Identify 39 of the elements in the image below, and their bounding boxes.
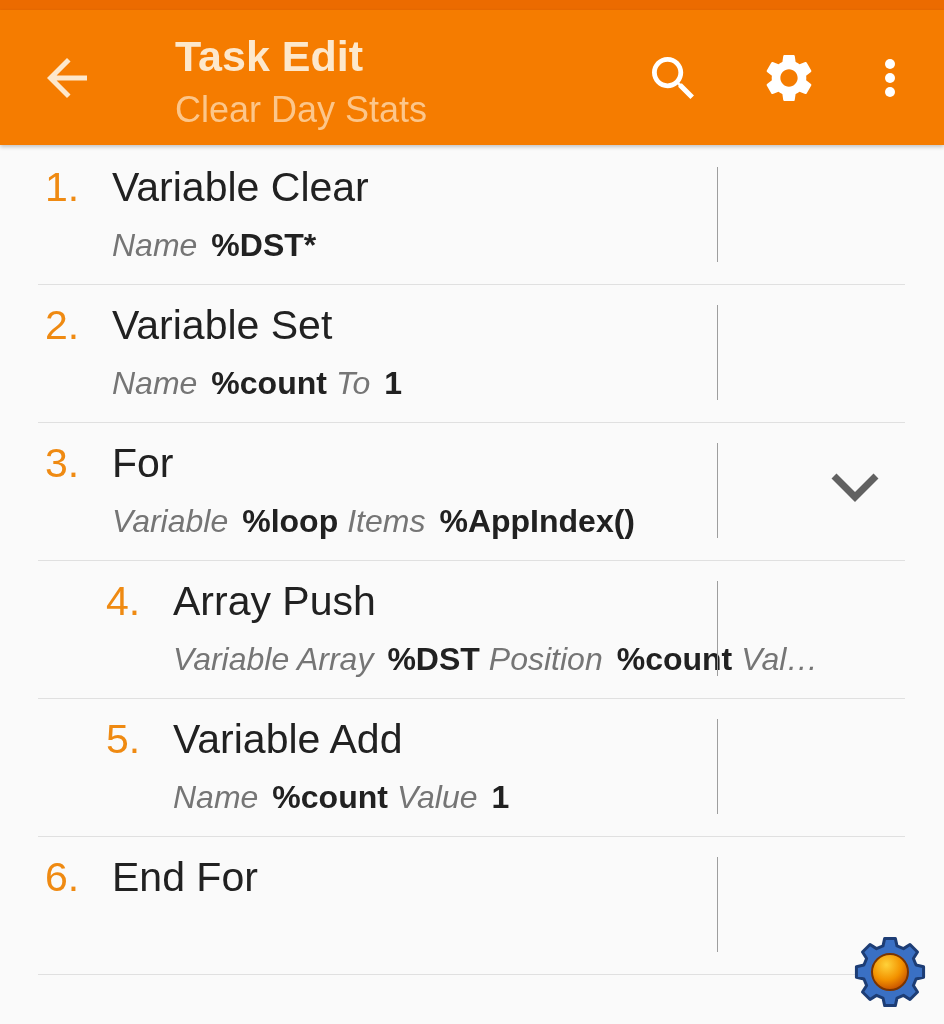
param-label: Val…	[741, 640, 819, 679]
step-number: 5.	[106, 716, 141, 762]
step-number: 6.	[45, 854, 80, 900]
param-label: Name	[112, 364, 198, 403]
step-number: 3.	[45, 440, 80, 486]
param-value: %DST	[387, 640, 480, 679]
param-value: %loop	[242, 502, 339, 541]
settings-icon[interactable]	[765, 53, 813, 102]
param-label: Variable	[112, 502, 229, 541]
action-name: Variable Set	[112, 301, 333, 350]
step-number: 1.	[45, 164, 80, 210]
action-name: Array Push	[173, 577, 376, 626]
param-label: Position	[488, 640, 603, 679]
action-name: For	[112, 439, 174, 488]
chevron-down-icon[interactable]	[830, 472, 880, 503]
search-icon[interactable]	[652, 56, 694, 99]
param-label: Name	[173, 778, 259, 817]
param-value: %AppIndex()	[439, 502, 635, 541]
param-label: Value	[396, 778, 478, 817]
toolbar-title: Task Edit	[175, 31, 363, 81]
arrow-left-icon[interactable]	[47, 57, 87, 98]
param-value: %count	[272, 778, 388, 817]
param-value: %DST*	[211, 226, 317, 265]
param-label: Items	[347, 502, 426, 541]
param-value: %count	[616, 640, 733, 679]
param-value: 1	[384, 364, 403, 403]
step-number: 2.	[45, 302, 80, 348]
action-name: Variable Clear	[112, 163, 369, 212]
action-name: Variable Add	[173, 715, 403, 764]
param-value: 1	[491, 778, 510, 817]
param-label: To	[335, 364, 371, 403]
action-name: End For	[112, 853, 258, 902]
gear-icon[interactable]	[854, 936, 926, 1008]
step-number: 4.	[106, 578, 141, 624]
dots-menu-icon[interactable]	[885, 58, 895, 97]
toolbar-subtitle: Clear Day Stats	[175, 89, 428, 131]
param-label: Variable Array	[173, 640, 374, 679]
param-label: Name	[112, 226, 198, 265]
param-value: %count	[211, 364, 327, 403]
